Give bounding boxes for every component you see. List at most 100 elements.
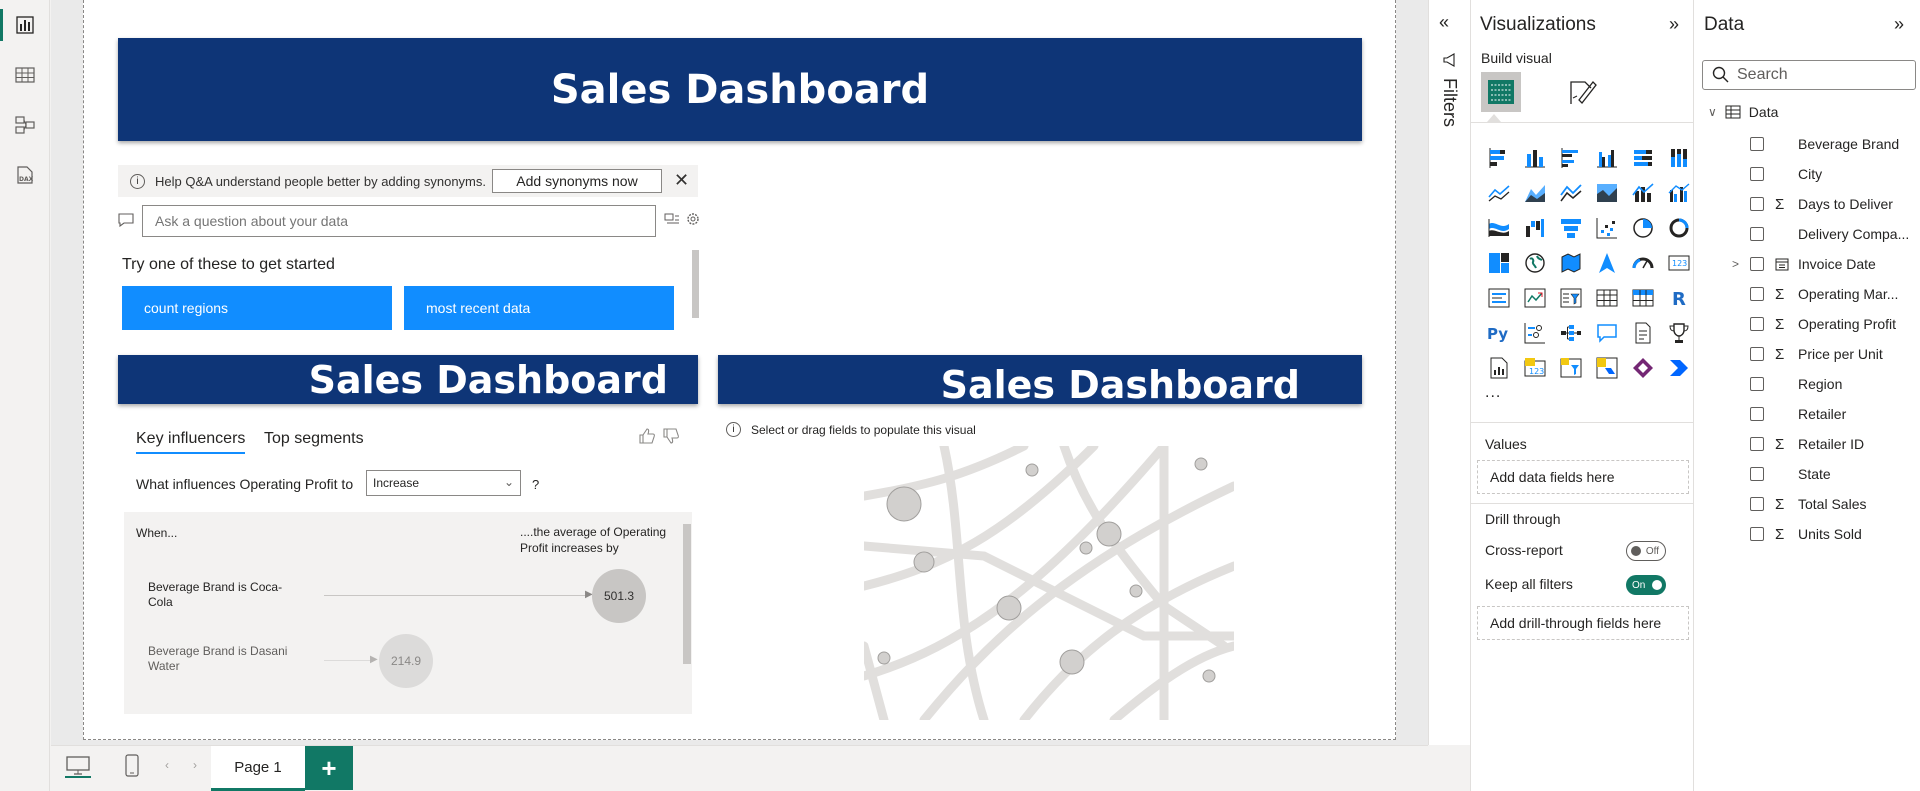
scatter-chart-button[interactable] [1589, 210, 1625, 245]
pie-chart-button[interactable] [1625, 210, 1661, 245]
field-checkbox[interactable] [1750, 287, 1764, 301]
goals-button[interactable] [1661, 315, 1697, 350]
build-visual-button[interactable] [1481, 72, 1521, 112]
field-total-sales[interactable]: Σ Total Sales [1694, 489, 1920, 519]
qa-suggestion-button[interactable]: most recent data [404, 286, 674, 330]
field-checkbox[interactable] [1750, 257, 1764, 271]
influencer-bubble[interactable]: 501.3 [592, 569, 646, 623]
filled-map-button[interactable] [1553, 245, 1589, 280]
clustered-bar-chart-button[interactable] [1553, 140, 1589, 175]
title-banner[interactable]: Sales Dashboard [118, 38, 1362, 141]
desktop-layout-icon[interactable] [65, 754, 91, 783]
field-checkbox[interactable] [1750, 197, 1764, 211]
field-checkbox[interactable] [1750, 167, 1764, 181]
dax-query-view-button[interactable]: DAX [0, 153, 50, 197]
field-days-to-deliver[interactable]: Σ Days to Deliver [1694, 189, 1920, 219]
field-checkbox[interactable] [1750, 467, 1764, 481]
gear-icon[interactable] [685, 211, 703, 229]
field-price-per-unit[interactable]: Σ Price per Unit [1694, 339, 1920, 369]
field-checkbox[interactable] [1750, 497, 1764, 511]
100-stacked-bar-chart-button[interactable] [1625, 140, 1661, 175]
field-checkbox[interactable] [1750, 437, 1764, 451]
page-tab-page-1[interactable]: Page 1 [211, 746, 305, 791]
collapse-data-icon[interactable]: » [1894, 14, 1904, 35]
button-slicer-button[interactable] [1553, 350, 1589, 385]
map-button[interactable] [1517, 245, 1553, 280]
field-retailer[interactable]: Retailer [1694, 399, 1920, 429]
tab-key-influencers[interactable]: Key influencers [136, 430, 246, 454]
add-synonyms-button[interactable]: Add synonyms now [492, 169, 662, 193]
qa-suggestion-button[interactable]: count regions [122, 286, 392, 330]
report-view-button[interactable] [0, 3, 50, 47]
100-stacked-column-chart-button[interactable] [1661, 140, 1697, 175]
influencer-bubble[interactable]: 214.9 [379, 634, 433, 688]
thumbs-up-icon[interactable] [638, 428, 656, 449]
stacked-bar-chart-button[interactable] [1481, 140, 1517, 175]
matrix-button[interactable] [1625, 280, 1661, 315]
paginated-report-button[interactable] [1481, 350, 1517, 385]
card-new-button[interactable]: 123 [1517, 350, 1553, 385]
qa-scrollbar[interactable] [692, 250, 699, 318]
tab-top-segments[interactable]: Top segments [264, 430, 364, 448]
stacked-column-chart-button[interactable] [1517, 140, 1553, 175]
field-operating-margin[interactable]: Σ Operating Mar... [1694, 279, 1920, 309]
next-page-icon[interactable]: › [193, 758, 197, 772]
gauge-button[interactable] [1625, 245, 1661, 280]
ribbon-chart-button[interactable] [1481, 210, 1517, 245]
line-chart-button[interactable] [1481, 175, 1517, 210]
funnel-chart-button[interactable] [1553, 210, 1589, 245]
add-page-button[interactable]: + [305, 746, 353, 790]
field-delivery-company[interactable]: Delivery Compa... [1694, 219, 1920, 249]
table-button[interactable] [1589, 280, 1625, 315]
table-view-button[interactable] [0, 53, 50, 97]
thumbs-down-icon[interactable] [662, 428, 680, 449]
decomposition-tree-button[interactable] [1553, 315, 1589, 350]
azure-map-button[interactable] [1589, 245, 1625, 280]
field-state[interactable]: State [1694, 459, 1920, 489]
donut-chart-button[interactable] [1661, 210, 1697, 245]
field-checkbox[interactable] [1750, 527, 1764, 541]
mobile-layout-icon[interactable] [125, 754, 139, 783]
field-city[interactable]: City [1694, 159, 1920, 189]
chevron-right-icon[interactable]: > [1732, 257, 1739, 271]
power-automate-flow-button[interactable] [1661, 350, 1697, 385]
r-script-visual-button[interactable]: R [1661, 280, 1697, 315]
close-icon[interactable]: ✕ [674, 171, 689, 189]
field-checkbox[interactable] [1750, 377, 1764, 391]
key-influencers-button[interactable] [1517, 315, 1553, 350]
python-visual-button[interactable]: Py [1481, 315, 1517, 350]
field-beverage-brand[interactable]: Beverage Brand [1694, 129, 1920, 159]
model-view-button[interactable] [0, 103, 50, 147]
keep-all-filters-toggle[interactable]: On [1626, 575, 1666, 595]
treemap-button[interactable] [1481, 245, 1517, 280]
field-checkbox[interactable] [1750, 407, 1764, 421]
report-page[interactable]: Sales Dashboard i Help Q&A understand pe… [83, 0, 1396, 740]
power-automate-button[interactable] [1589, 350, 1625, 385]
data-search-input[interactable]: Search [1702, 60, 1916, 90]
line-stacked-column-chart-button[interactable] [1625, 175, 1661, 210]
title-banner-3[interactable]: Sales Dashboard [718, 355, 1362, 404]
field-retailer-id[interactable]: Σ Retailer ID [1694, 429, 1920, 459]
format-visual-button[interactable] [1563, 72, 1603, 112]
field-checkbox[interactable] [1750, 227, 1764, 241]
cross-report-toggle[interactable]: Off [1626, 541, 1666, 561]
values-drop-well[interactable]: Add data fields here [1477, 460, 1689, 494]
more-visuals-icon[interactable]: ... [1485, 384, 1501, 402]
filters-pane-collapsed[interactable]: « Filters [1428, 0, 1470, 745]
slicer-button[interactable] [1553, 280, 1589, 315]
clustered-column-chart-button[interactable] [1589, 140, 1625, 175]
field-checkbox[interactable] [1750, 347, 1764, 361]
influence-direction-select[interactable]: Increase ⌄ [366, 470, 521, 496]
expand-filters-icon[interactable]: « [1439, 12, 1449, 33]
show-all-suggestions-icon[interactable] [664, 211, 682, 229]
data-table-node[interactable]: ∨ Data [1708, 104, 1778, 120]
kpi-button[interactable] [1517, 280, 1553, 315]
influencer-label[interactable]: Beverage Brand is Coca-Cola [148, 580, 288, 610]
collapse-visualizations-icon[interactable]: » [1669, 14, 1679, 35]
stacked-area-chart-button[interactable] [1553, 175, 1589, 210]
waterfall-chart-button[interactable] [1517, 210, 1553, 245]
title-banner-2[interactable]: Sales Dashboard [118, 355, 698, 404]
multi-row-card-button[interactable] [1481, 280, 1517, 315]
field-checkbox[interactable] [1750, 137, 1764, 151]
qa-question-input[interactable] [142, 205, 656, 237]
